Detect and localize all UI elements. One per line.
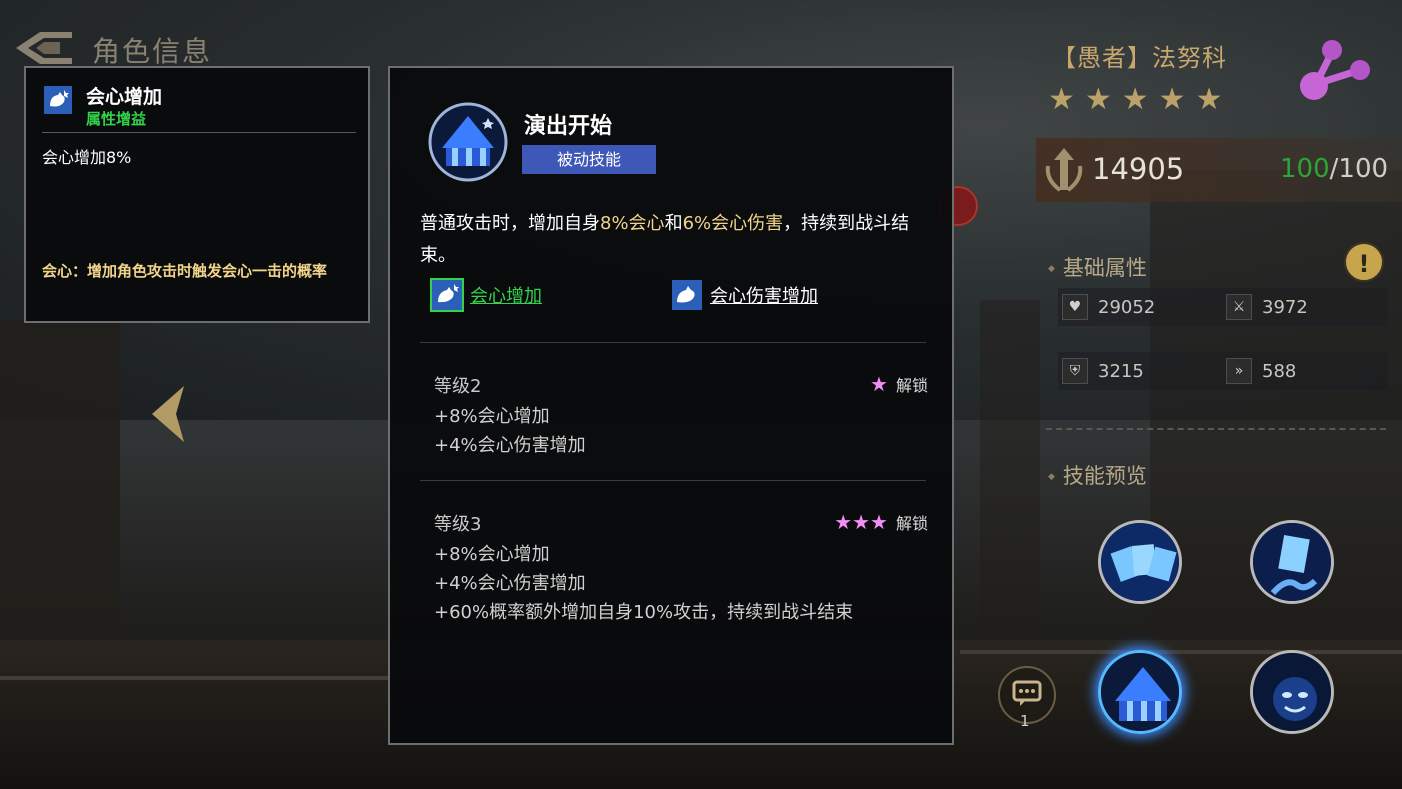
skill-detail-panel: 演出开始 被动技能 普通攻击时，增加自身8%会心和6%会心伤害，持续到战斗结束。… bbox=[388, 66, 954, 745]
level-title: 等级2 bbox=[434, 376, 482, 397]
level-bonus-list: +8%会心增加 +4%会心伤害增加 +60%概率额外增加自身10%攻击，持续到战… bbox=[434, 540, 853, 627]
tooltip-value: 会心增加8% bbox=[42, 148, 132, 167]
skill-card-throw-button[interactable] bbox=[1250, 520, 1334, 604]
speed-stat: » 588 bbox=[1226, 358, 1296, 384]
crit-damage-icon bbox=[672, 280, 702, 310]
tooltip-category: 属性增益 bbox=[86, 110, 147, 128]
star-icon: ★★★ bbox=[834, 510, 888, 534]
heart-icon: ♥ bbox=[1062, 294, 1088, 320]
crit-damage-link[interactable]: 会心伤害增加 bbox=[672, 280, 818, 310]
bonus-item: +4%会心伤害增加 bbox=[434, 573, 586, 594]
prev-arrow-icon[interactable] bbox=[148, 384, 188, 444]
tooltip-note: 会心：增加角色攻击时触发会心一击的概率 bbox=[42, 262, 328, 280]
hero-name: 【愚者】法努科 bbox=[1052, 44, 1227, 72]
hp-stat: ♥ 29052 bbox=[1062, 294, 1155, 320]
combat-power-value: 14905 bbox=[1092, 152, 1185, 186]
attribute-tooltip: 会心增加 属性增益 会心增加8% 会心：增加角色攻击时触发会心一击的概率 bbox=[24, 66, 370, 323]
crit-boost-link[interactable]: 会心增加 bbox=[430, 278, 542, 312]
bonus-item: +8%会心增加 bbox=[434, 406, 550, 427]
skill-cards-button[interactable] bbox=[1098, 520, 1182, 604]
crit-damage-link-label: 会心伤害增加 bbox=[710, 286, 818, 307]
skill-show-start-button[interactable] bbox=[1098, 650, 1182, 734]
crit-boost-icon bbox=[430, 278, 464, 312]
bonus-item: +60%概率额外增加自身10%攻击，持续到战斗结束 bbox=[434, 602, 854, 623]
combat-power-icon bbox=[1045, 148, 1083, 192]
share-icon[interactable] bbox=[1298, 38, 1378, 108]
skill-description: 普通攻击时，增加自身8%会心和6%会心伤害，持续到战斗结束。 bbox=[420, 213, 910, 266]
star-icon: ★ bbox=[870, 372, 888, 396]
crit-boost-icon bbox=[44, 86, 72, 114]
stamina-value: 100/100 bbox=[1280, 154, 1389, 184]
info-icon[interactable]: ! bbox=[1344, 242, 1384, 282]
skill-type-badge: 被动技能 bbox=[522, 145, 656, 174]
level-bonus-list: +8%会心增加 +4%会心伤害增加 bbox=[434, 402, 586, 460]
attack-stat: ⚔ 3972 bbox=[1226, 294, 1308, 320]
hero-star-rating: ★★★★★ bbox=[1048, 82, 1233, 117]
level-title: 等级3 bbox=[434, 514, 482, 535]
shield-icon: ⛨ bbox=[1062, 358, 1088, 384]
section-skill-preview: 技能预览 bbox=[1048, 460, 1147, 490]
chat-count: 1 bbox=[1020, 712, 1030, 730]
divider bbox=[420, 342, 926, 343]
speed-icon: » bbox=[1226, 358, 1252, 384]
circus-tent-icon bbox=[428, 102, 508, 182]
unlock-requirement: ★★★ 解锁 bbox=[834, 510, 928, 534]
back-arrow-icon[interactable] bbox=[14, 30, 74, 66]
divider bbox=[420, 480, 926, 481]
unlock-requirement: ★ 解锁 bbox=[870, 372, 928, 396]
page-title: 角色信息 bbox=[92, 35, 213, 68]
tooltip-title: 会心增加 bbox=[86, 86, 163, 108]
skill-shadow-face-button[interactable] bbox=[1250, 650, 1334, 734]
divider bbox=[42, 132, 356, 133]
divider bbox=[1046, 428, 1386, 430]
skill-name: 演出开始 bbox=[524, 114, 613, 139]
sword-icon: ⚔ bbox=[1226, 294, 1252, 320]
section-basic-attributes: 基础属性 bbox=[1048, 252, 1147, 282]
bonus-item: +8%会心增加 bbox=[434, 544, 550, 565]
crit-boost-link-label: 会心增加 bbox=[470, 286, 542, 307]
bonus-item: +4%会心伤害增加 bbox=[434, 435, 586, 456]
defense-stat: ⛨ 3215 bbox=[1062, 358, 1144, 384]
